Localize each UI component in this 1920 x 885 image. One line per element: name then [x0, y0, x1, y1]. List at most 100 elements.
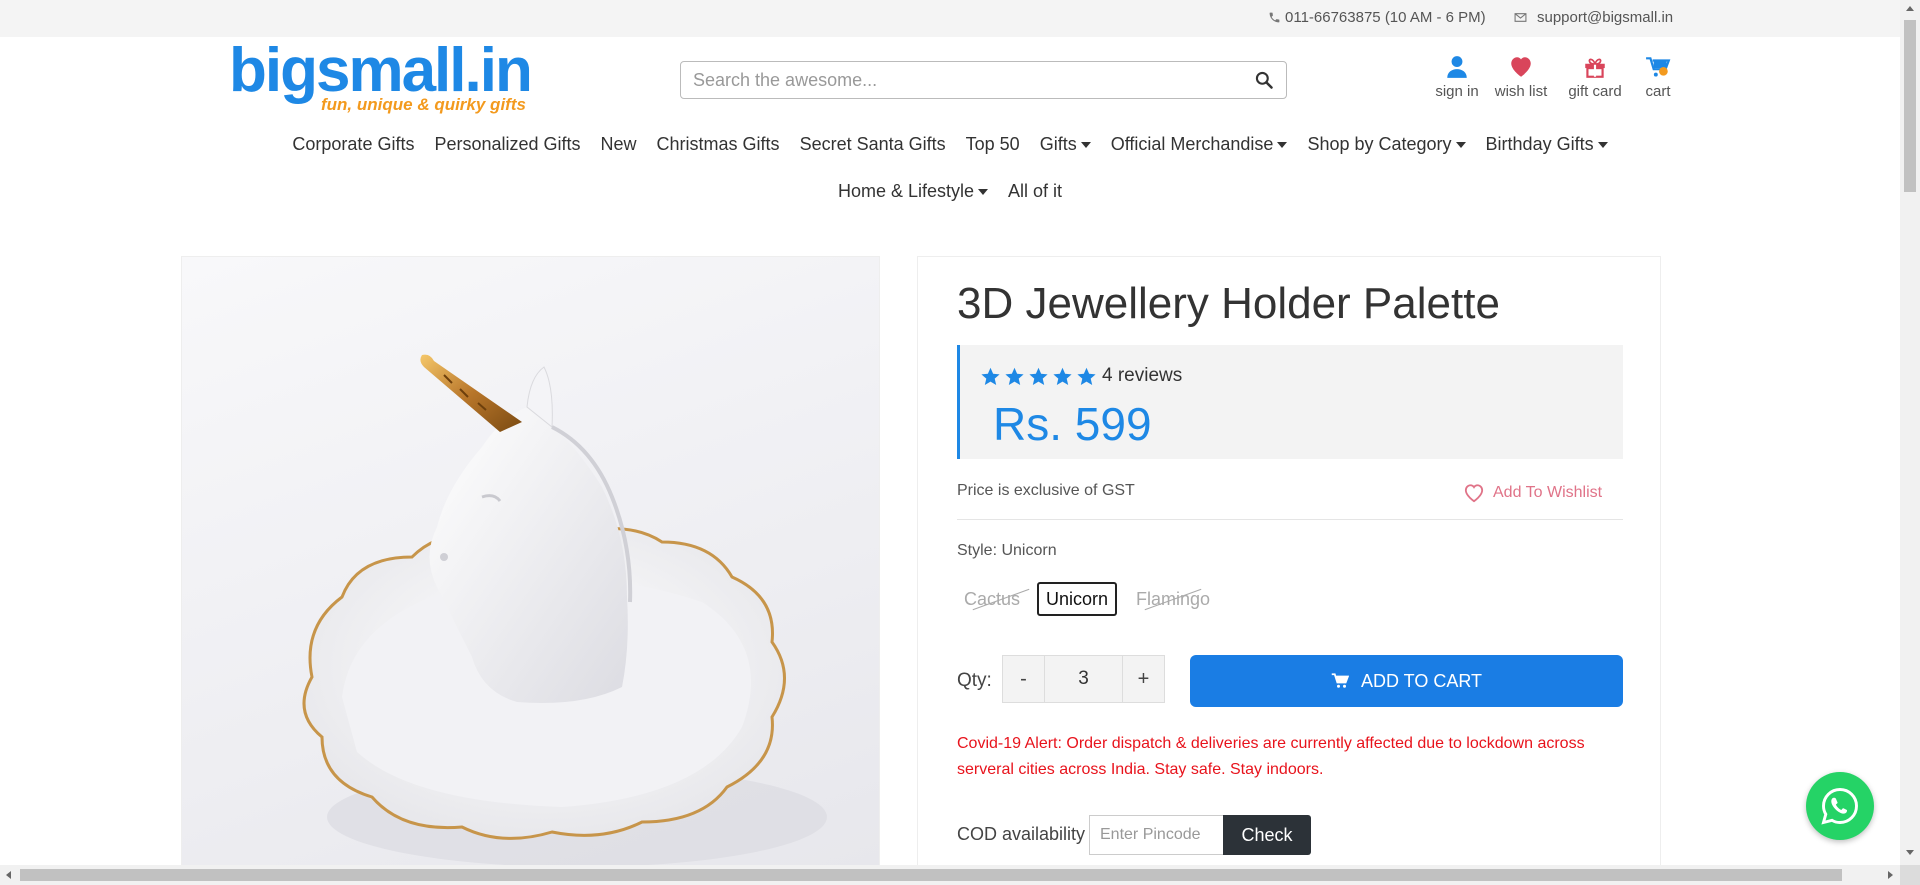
add-to-cart-button[interactable]: ADD TO CART: [1190, 655, 1623, 707]
sign-in-label: sign in: [1435, 83, 1479, 100]
email-contact[interactable]: support@bigsmall.in: [1514, 9, 1673, 26]
nav-item-new[interactable]: New: [591, 134, 647, 155]
price-box: 4 reviews Rs. 599: [957, 345, 1623, 459]
vertical-scrollbar[interactable]: [1900, 0, 1920, 865]
gift-card-link[interactable]: gift card: [1566, 54, 1624, 100]
option-label: Cactus: [964, 588, 1021, 609]
star-icon: [1053, 367, 1072, 385]
nav-item-christmas-gifts[interactable]: Christmas Gifts: [647, 134, 790, 155]
nav-label: Top 50: [965, 134, 1020, 154]
nav-label: Shop by Category: [1307, 134, 1452, 154]
caret-down-icon: [1455, 141, 1466, 148]
nav-label: New: [600, 134, 637, 154]
contact-bar: 011-66763875 (10 AM - 6 PM) support@bigs…: [0, 0, 1900, 37]
star-icon: [1005, 367, 1024, 385]
option-label: Unicorn: [1046, 588, 1109, 609]
add-to-cart-label: ADD TO CART: [1360, 670, 1483, 691]
gift-icon: [1585, 58, 1605, 78]
nav-item-secret-santa-gifts[interactable]: Secret Santa Gifts: [790, 134, 956, 155]
cart-label: cart: [1645, 83, 1671, 100]
star-icon: [981, 367, 1000, 385]
qty-increase-button[interactable]: +: [1122, 656, 1164, 702]
cod-label: COD availability: [957, 824, 1086, 844]
gift-card-label: gift card: [1568, 83, 1622, 100]
search-input[interactable]: [693, 69, 1254, 91]
nav-label: Official Merchandise: [1110, 134, 1274, 154]
whatsapp-button[interactable]: [1806, 772, 1874, 840]
nav-label: Secret Santa Gifts: [799, 134, 946, 154]
phone-contact[interactable]: 011-66763875 (10 AM - 6 PM): [1268, 9, 1486, 26]
heart-outline-icon: [1464, 484, 1484, 503]
user-icon: [1447, 56, 1467, 78]
wishlist-label: Add To Wishlist: [1493, 484, 1603, 501]
sign-in-link[interactable]: sign in: [1432, 54, 1482, 100]
vertical-scroll-thumb[interactable]: [1904, 20, 1916, 192]
nav-item-shop-by-category[interactable]: Shop by Category: [1297, 134, 1475, 155]
pincode-input[interactable]: [1089, 815, 1223, 855]
divider: [957, 519, 1623, 520]
product-image[interactable]: [181, 256, 880, 866]
qty-input[interactable]: [1045, 656, 1122, 702]
qty-label: Qty:: [957, 670, 992, 691]
logo-tagline: fun, unique & quirky gifts: [321, 95, 526, 114]
product-price: Rs. 599: [993, 398, 1152, 450]
nav-item-home-lifestyle[interactable]: Home & Lifestyle: [828, 181, 998, 202]
style-option-flamingo[interactable]: Flamingo: [1129, 582, 1217, 616]
nav-label: Personalized Gifts: [434, 134, 581, 154]
scrollbar-corner: [1900, 865, 1920, 885]
quantity-stepper: - +: [1002, 655, 1165, 703]
nav-label: All of it: [1008, 181, 1063, 201]
horizontal-scrollbar[interactable]: [0, 865, 1900, 885]
phone-text: 011-66763875 (10 AM - 6 PM): [1285, 9, 1486, 26]
scroll-right-arrow-icon[interactable]: [1888, 871, 1893, 879]
heart-icon: [1511, 57, 1531, 77]
gst-note: Price is exclusive of GST: [957, 482, 1135, 499]
qty-decrease-button[interactable]: -: [1003, 656, 1045, 702]
rating[interactable]: 4 reviews: [980, 365, 1182, 387]
reviews-count[interactable]: 4 reviews: [1102, 365, 1182, 387]
caret-down-icon: [1277, 141, 1288, 148]
add-to-wishlist-button[interactable]: Add To Wishlist: [1463, 483, 1602, 503]
nav-label: Birthday Gifts: [1485, 134, 1594, 154]
style-option-unicorn[interactable]: Unicorn: [1037, 582, 1118, 616]
nav-item-all-of-it[interactable]: All of it: [998, 181, 1072, 202]
scroll-up-arrow-icon[interactable]: [1906, 6, 1914, 11]
cart-link[interactable]: cart: [1640, 54, 1676, 100]
nav-label: Christmas Gifts: [656, 134, 780, 154]
scroll-down-arrow-icon[interactable]: [1906, 850, 1914, 855]
style-option-cactus[interactable]: Cactus: [957, 582, 1030, 616]
cart-icon: [1331, 673, 1349, 688]
star-icon: [1077, 367, 1096, 385]
nav-label: Corporate Gifts: [292, 134, 415, 154]
style-label: Style: Unicorn: [957, 542, 1057, 559]
nav-item-corporate-gifts[interactable]: Corporate Gifts: [282, 134, 424, 155]
product-title: 3D Jewellery Holder Palette: [957, 279, 1500, 328]
product-details-panel: 3D Jewellery Holder Palette 4 reviews Rs…: [917, 256, 1661, 885]
unicorn-dish-illustration: [302, 354, 827, 865]
logo-text: bigsmall.in: [229, 36, 533, 105]
mail-icon: [1514, 13, 1527, 22]
horizontal-scroll-thumb[interactable]: [20, 869, 1842, 881]
site-logo[interactable]: bigsmall.in fun, unique & quirky gifts: [229, 36, 533, 122]
search-icon[interactable]: [1254, 70, 1274, 90]
nav-item-top-50[interactable]: Top 50: [956, 134, 1030, 155]
nav-item-birthday-gifts[interactable]: Birthday Gifts: [1476, 134, 1618, 155]
nav-item-personalized-gifts[interactable]: Personalized Gifts: [424, 134, 590, 155]
main-nav-row-1: Corporate Gifts Personalized Gifts New C…: [0, 134, 1900, 155]
scroll-left-arrow-icon[interactable]: [6, 871, 11, 879]
nav-item-gifts[interactable]: Gifts: [1030, 134, 1101, 155]
check-pincode-button[interactable]: Check: [1223, 815, 1311, 855]
caret-down-icon: [1080, 141, 1091, 148]
star-icon: [1029, 367, 1048, 385]
caret-down-icon: [978, 188, 989, 195]
nav-label: Gifts: [1039, 134, 1077, 154]
wish-list-link[interactable]: wish list: [1493, 54, 1549, 100]
search-bar: [680, 61, 1287, 99]
caret-down-icon: [1597, 141, 1608, 148]
phone-icon: [1269, 12, 1280, 23]
nav-label: Home & Lifestyle: [837, 181, 975, 201]
whatsapp-icon: [1821, 788, 1858, 825]
nav-item-official-merchandise[interactable]: Official Merchandise: [1101, 134, 1298, 155]
covid-alert: Covid-19 Alert: Order dispatch & deliver…: [957, 735, 1585, 778]
cart-icon: [1646, 57, 1671, 77]
